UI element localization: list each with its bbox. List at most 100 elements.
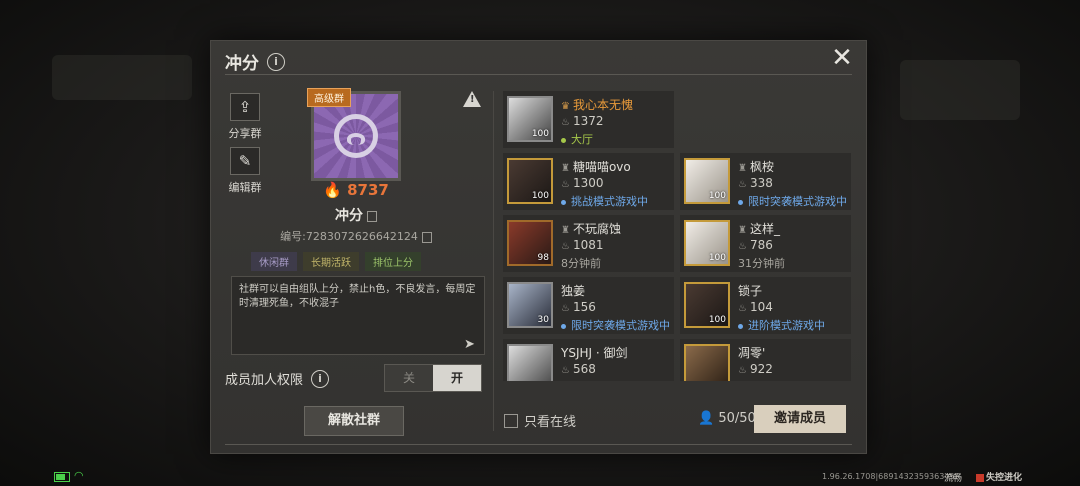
permission-info-icon[interactable]: i	[311, 369, 330, 388]
member-name: 独姜	[561, 282, 585, 299]
info-icon[interactable]: i	[267, 52, 285, 71]
member-avatar: 100	[684, 282, 730, 328]
edit-icon: ✎	[230, 147, 260, 175]
member-count: 👤 50/50	[698, 411, 756, 426]
member-card[interactable]: 30 独姜 ♨ 156 限时突袭模式游戏中	[503, 277, 674, 334]
member-status-text: 限时突袭模式游戏中	[748, 195, 847, 208]
member-avatar: 100	[684, 220, 730, 266]
member-score-text: 922	[749, 362, 773, 376]
rank-icon: ♜	[738, 225, 747, 236]
member-card[interactable]: 100 ♛ 我心本无愧 ♨ 1372 大厅	[503, 91, 674, 148]
dialog-title: 冲分	[225, 54, 259, 74]
member-name: ♛ 我心本无愧	[561, 96, 633, 113]
member-count-text: 50/50	[718, 411, 756, 426]
member-status: 8分钟前	[561, 255, 601, 271]
member-card[interactable]: 98 ♜ 不玩腐蚀 ♨ 1081 8分钟前	[503, 215, 674, 272]
clan-tag: 休闲群	[251, 252, 297, 271]
clan-tag: 排位上分	[365, 252, 421, 271]
member-avatar: 98	[507, 220, 553, 266]
invite-members-button[interactable]: 邀请成员	[754, 405, 846, 433]
member-score: ♨ 922	[738, 362, 773, 376]
member-card[interactable]: 100 锁子 ♨ 104 进阶模式游戏中	[680, 277, 851, 334]
member-avatar	[684, 344, 730, 381]
clan-description[interactable]: 社群可以自由组队上分，禁止h色，不良发言，每周定时清理死鱼，不收混子	[231, 276, 485, 355]
report-warning-icon[interactable]: !	[463, 91, 481, 107]
member-avatar: 100	[507, 96, 553, 142]
member-level: 30	[537, 315, 549, 325]
member-score: ♨ 156	[561, 300, 596, 314]
crown-icon: ♛	[561, 101, 570, 112]
member-score-text: 568	[572, 362, 596, 376]
brand-logo: 失控进化	[976, 470, 1022, 483]
member-card[interactable]: 凋零' ♨ 922	[680, 339, 851, 381]
clan-name: 冲分	[301, 205, 411, 225]
member-score: ♨ 1372	[561, 114, 604, 128]
flame-icon: ♨	[561, 241, 570, 252]
copy-id-icon[interactable]	[421, 231, 432, 243]
member-score-text: 1300	[572, 176, 604, 190]
rank-icon: ♜	[561, 225, 570, 236]
person-icon: 👤	[698, 411, 715, 426]
member-card[interactable]: 100 ♜ 枫桉 ♨ 338 限时突袭模式游戏中	[680, 153, 851, 210]
status-dot-icon	[561, 323, 566, 329]
background-blur	[52, 55, 192, 100]
edit-clan-button[interactable]: ✎ 编辑群	[225, 147, 265, 195]
member-name: 凋零'	[738, 344, 765, 361]
title-divider	[225, 74, 852, 75]
online-only-filter[interactable]: 只看在线	[504, 411, 576, 430]
member-level: 100	[531, 129, 549, 139]
member-status: 进阶模式游戏中	[738, 317, 825, 333]
toggle-off[interactable]: 关	[385, 365, 433, 391]
permission-label: 成员加人权限	[225, 373, 304, 388]
member-card[interactable]: 100 ♜ 这样_ ♨ 786 31分钟前	[680, 215, 851, 272]
member-status: 大厅	[561, 131, 593, 147]
close-button[interactable]: ✕	[830, 45, 854, 71]
copy-icon[interactable]	[367, 210, 377, 222]
member-list[interactable]: 100 ♛ 我心本无愧 ♨ 1372 大厅 100 ♜ 糖喵喵ovo ♨ 1300 挑战…	[503, 91, 851, 381]
flame-icon: ♨	[561, 303, 570, 314]
version-text: 1.96.26.1708|689143235936345?	[822, 472, 959, 481]
member-score-text: 104	[749, 300, 773, 314]
permission-toggle[interactable]: 关 开	[384, 364, 482, 392]
member-status-text: 大厅	[571, 133, 593, 146]
toggle-on[interactable]: 开	[433, 365, 481, 391]
member-name-text: 枫桉	[749, 160, 774, 174]
clan-id-text: 编号:7283072626642124	[280, 230, 418, 243]
member-name: ♜ 糖喵喵ovo	[561, 158, 631, 175]
flame-icon: ♨	[561, 365, 570, 376]
network-status: 流畅	[944, 474, 963, 484]
member-card[interactable]: 100 ♜ 糖喵喵ovo ♨ 1300 挑战模式游戏中	[503, 153, 674, 210]
battery-icon	[54, 472, 70, 482]
member-status-text: 挑战模式游戏中	[571, 195, 648, 208]
member-name-text: 不玩腐蚀	[572, 222, 621, 236]
dissolve-clan-button[interactable]: 解散社群	[304, 406, 404, 436]
status-dot-icon	[738, 323, 743, 329]
member-score: ♨ 786	[738, 238, 773, 252]
clan-tag: 长期活跃	[303, 252, 359, 271]
steering-wheel-icon	[334, 114, 378, 158]
member-name: ♜ 这样_	[738, 220, 780, 237]
member-status-text: 31分钟前	[738, 257, 785, 270]
member-score-text: 338	[749, 176, 773, 190]
member-name-text: 锁子	[738, 284, 763, 298]
send-icon[interactable]: ➤	[464, 337, 475, 352]
bottom-divider	[225, 444, 852, 445]
member-name-text: 糖喵喵ovo	[572, 160, 631, 174]
title-row: 冲分 i	[225, 49, 285, 74]
status-bar: ◠ 1.96.26.1708|689143235936345? 流畅 失控进化	[0, 468, 1080, 486]
member-score: ♨ 1300	[561, 176, 604, 190]
member-card[interactable]: YSJHJ · 御剑 ♨ 568	[503, 339, 674, 381]
member-score-text: 786	[749, 238, 773, 252]
member-name: ♜ 枫桉	[738, 158, 774, 175]
clan-name-text: 冲分	[335, 208, 363, 224]
share-clan-button[interactable]: ⇪ 分享群	[225, 93, 265, 141]
online-only-checkbox[interactable]	[504, 413, 518, 428]
wifi-icon: ◠	[74, 469, 84, 482]
clan-tags: 休闲群 长期活跃 排位上分	[251, 252, 421, 271]
member-status-text: 进阶模式游戏中	[748, 319, 825, 332]
panel-divider	[493, 91, 494, 431]
permission-row: 成员加人权限 i	[225, 369, 330, 388]
flame-icon: ♨	[738, 303, 747, 314]
member-status: 挑战模式游戏中	[561, 193, 648, 209]
member-name-text: YSJHJ · 御剑	[561, 346, 628, 360]
